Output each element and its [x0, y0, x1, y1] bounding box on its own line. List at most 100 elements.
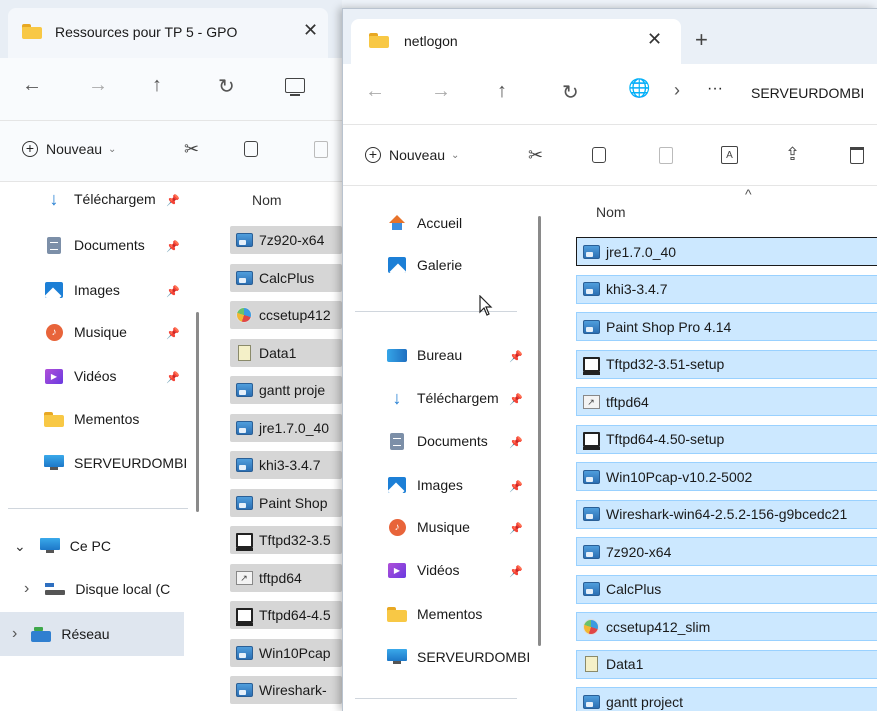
file-row[interactable]: Tftpd64-4.50-setup [576, 424, 877, 454]
file-row[interactable]: Paint Shop Pro 4.14 [576, 312, 877, 341]
column-header-name[interactable]: Nom [596, 204, 626, 220]
sidebar-item-music[interactable]: ♪ Musique [44, 323, 127, 341]
file-row[interactable]: ccsetup412_slim [576, 612, 877, 641]
file-row[interactable]: Win10Pcap [230, 638, 342, 667]
sidebar-item-local-disk[interactable]: › Disque local (C [24, 580, 170, 598]
delete-icon[interactable] [850, 147, 864, 164]
sidebar-item-label: Téléchargem [74, 191, 156, 207]
sidebar-item-downloads[interactable]: ↓ Téléchargem [387, 387, 499, 408]
documents-icon [47, 236, 61, 254]
file-row[interactable]: jre1.7.0_40 [230, 413, 342, 442]
breadcrumb-more[interactable]: ··· [707, 80, 723, 98]
forward-icon[interactable]: → [88, 74, 108, 97]
rename-icon[interactable]: A [721, 146, 738, 164]
file-row[interactable]: khi3-3.4.7 [230, 451, 342, 479]
sidebar-item-documents[interactable]: Documents [387, 432, 488, 450]
mouse-cursor-icon [479, 295, 493, 316]
file-row[interactable]: gantt project [576, 687, 877, 711]
sort-ascending-icon[interactable]: ^ [745, 186, 752, 202]
chevron-down-icon[interactable]: ⌄ [14, 538, 26, 555]
file-row[interactable]: 7z920-x64 [230, 226, 342, 254]
file-row[interactable]: Win10Pcap-v10.2-5002 [576, 462, 877, 491]
close-icon[interactable]: ✕ [303, 20, 318, 41]
sidebar-item-label: Musique [417, 519, 470, 535]
sidebar-item-downloads[interactable]: ↓ Téléchargem [44, 188, 156, 209]
file-row[interactable]: Data1 [230, 338, 342, 367]
file-row[interactable]: Wireshark-win64-2.5.2-156-g9bcedc21 [576, 499, 877, 529]
paste-icon[interactable] [314, 141, 328, 158]
sidebar-item-home[interactable]: Accueil [387, 214, 462, 232]
file-row[interactable]: ↗ tftpd64 [230, 563, 342, 592]
copy-icon[interactable] [244, 141, 258, 157]
forward-icon[interactable]: → [431, 80, 451, 103]
images-icon [388, 477, 406, 493]
sidebar-item-videos[interactable]: ▶ Vidéos [387, 561, 460, 579]
sidebar-item-documents[interactable]: Documents [44, 236, 145, 254]
view-icon-stand [290, 94, 300, 96]
file-row[interactable]: Wireshark- [230, 676, 342, 704]
file-row[interactable]: CalcPlus [230, 263, 342, 292]
sidebar-item-desktop[interactable]: Bureau [387, 346, 462, 364]
file-row[interactable]: CalcPlus [576, 574, 877, 604]
copy-icon[interactable] [592, 147, 606, 163]
close-icon[interactable]: ✕ [647, 29, 662, 50]
application-icon [235, 382, 253, 398]
sidebar-item-serveurdombi[interactable]: SERVEURDOMBI [387, 648, 530, 666]
download-icon: ↓ [392, 387, 402, 408]
chevron-down-icon: ⌄ [451, 149, 460, 161]
file-row[interactable]: Tftpd32-3.5 [230, 526, 342, 554]
up-icon[interactable]: ↑ [152, 74, 162, 97]
cut-icon[interactable]: ✂ [184, 139, 199, 160]
sidebar-item-network[interactable]: › Réseau [0, 612, 184, 656]
tab-netlogon[interactable]: netlogon ✕ [351, 19, 681, 64]
sidebar-item-serveurdombi[interactable]: SERVEURDOMBI [44, 454, 187, 472]
sidebar-item-gallery[interactable]: Galerie [387, 256, 462, 274]
file-row[interactable]: Tftpd64-4.5 [230, 601, 342, 629]
paste-icon[interactable] [659, 147, 673, 164]
chevron-right-icon[interactable]: › [24, 580, 29, 598]
refresh-icon[interactable]: ↻ [218, 74, 235, 99]
file-row[interactable]: khi3-3.4.7 [576, 274, 877, 304]
share-icon[interactable]: ⇪ [785, 144, 800, 165]
file-row[interactable]: ccsetup412 [230, 301, 342, 329]
column-header-name[interactable]: Nom [252, 192, 282, 208]
cut-icon[interactable]: ✂ [528, 145, 543, 166]
sidebar-item-mementos[interactable]: Mementos [387, 605, 482, 623]
sidebar-item-videos[interactable]: ▶ Vidéos [44, 367, 117, 385]
sidebar-scrollbar[interactable] [196, 312, 199, 512]
file-row[interactable]: Paint Shop [230, 488, 342, 517]
file-row[interactable]: Data1 [576, 649, 877, 679]
up-icon[interactable]: ↑ [497, 80, 507, 103]
sidebar-item-music[interactable]: ♪ Musique [387, 518, 470, 536]
new-tab-icon[interactable]: + [695, 27, 708, 53]
breadcrumb-separator[interactable]: › [674, 80, 680, 101]
breadcrumb-path[interactable]: SERVEURDOMBI [751, 85, 864, 101]
folder-icon [44, 411, 64, 427]
sidebar-item-label: Vidéos [417, 562, 460, 578]
sidebar-item-images[interactable]: Images [44, 281, 120, 299]
application-icon [582, 281, 600, 297]
back-icon[interactable]: ← [22, 74, 42, 97]
file-row[interactable]: Tftpd32-3.51-setup [576, 349, 877, 379]
new-button[interactable]: + Nouveau ⌄ [22, 141, 116, 157]
file-row[interactable]: 7z920-x64 [576, 537, 877, 566]
file-row[interactable]: gantt proje [230, 376, 342, 404]
sidebar-item-mementos[interactable]: Mementos [44, 410, 139, 428]
file-name: Wireshark-win64-2.5.2-156-g9bcedc21 [606, 506, 848, 522]
sidebar-scrollbar[interactable] [538, 216, 541, 646]
sidebar-item-images[interactable]: Images [387, 476, 463, 494]
view-icon[interactable] [285, 78, 305, 93]
sidebar-item-this-pc[interactable]: ⌄ Ce PC [14, 537, 111, 555]
explorer-window-front: netlogon ✕ + ← → ↑ ↻ 🌐 › ··· SERVEURDOMB… [342, 8, 877, 711]
divider [8, 508, 188, 509]
new-button[interactable]: + Nouveau ⌄ [365, 147, 459, 163]
tab-ressources[interactable]: Ressources pour TP 5 - GPO ✕ [8, 8, 328, 58]
pin-icon: 📌 [166, 328, 180, 340]
download-icon: ↓ [49, 188, 59, 209]
file-row[interactable]: ↗ tftpd64 [576, 387, 877, 416]
back-icon[interactable]: ← [365, 80, 385, 103]
chevron-down-icon: ⌄ [108, 143, 117, 155]
refresh-icon[interactable]: ↻ [562, 80, 579, 105]
file-row[interactable]: jre1.7.0_40 [576, 237, 877, 266]
chevron-right-icon[interactable]: › [12, 625, 17, 643]
